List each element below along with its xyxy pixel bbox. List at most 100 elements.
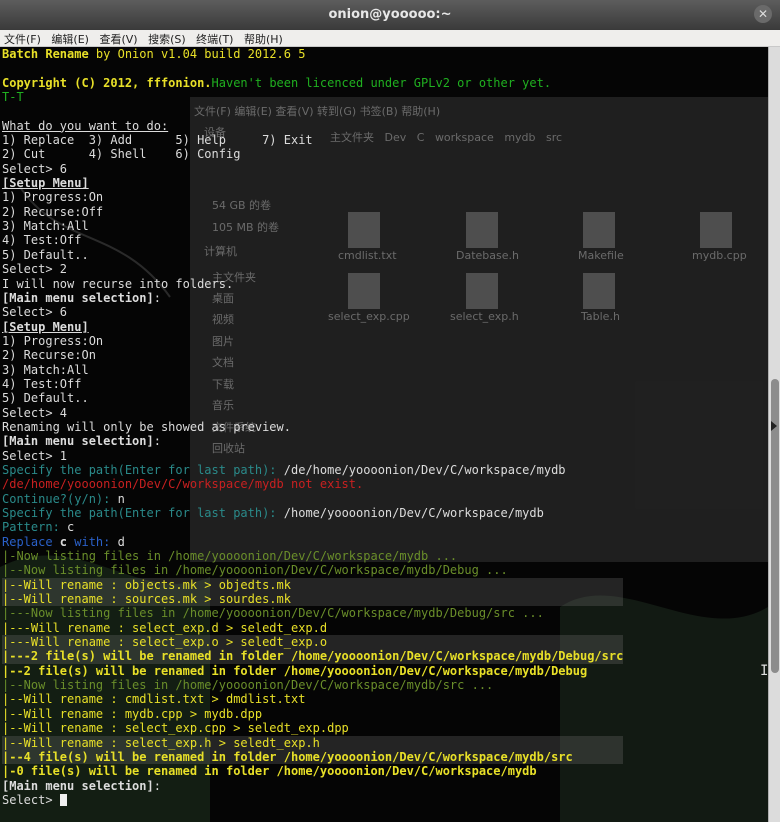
terminal-line: 2) Cut 4) Shell 6) Config [2,147,623,161]
terminal-line: I will now recurse into folders. [2,277,623,291]
terminal-line: |---Will rename : select_exp.o > seledt_… [2,635,624,650]
terminal-scrollbar[interactable] [768,47,780,822]
terminal-text-segment: Specify the path(Enter for last path): [2,462,277,477]
terminal-line: 4) Test:Off [2,233,623,247]
terminal-text-segment: 2) Cut 4) Shell 6) Config [2,147,241,162]
terminal-menubar: 文件(F) 编辑(E) 查看(V) 搜索(S) 终端(T) 帮助(H) [0,30,780,47]
terminal-line: [Main menu selection]: [2,434,623,448]
terminal-text-segment: I will now recurse into folders. [2,276,234,291]
terminal-text-segment: [Main menu selection] [2,290,154,305]
menu-view[interactable]: 查看(V) [95,30,140,47]
terminal-text-segment: Select> 6 [2,161,68,176]
terminal-text-segment: Select> 1 [2,448,68,463]
terminal-line: /de/home/yoooonion/Dev/C/workspace/mydb … [2,477,623,491]
terminal-line: 3) Match:All [2,363,623,377]
terminal-text-segment: 4) Test:Off [2,376,82,391]
terminal-text-segment: |--Will rename : mydb.cpp > mydb.dpp [2,706,263,721]
terminal-text-segment: |---2 file(s) will be renamed in folder … [2,649,624,664]
terminal-text-segment: |--Now listing files in /home/yoooonion/… [2,563,508,578]
terminal-line: |-0 file(s) will be renamed in folder /h… [2,764,623,778]
terminal-text-segment: /de/home/yoooonion/Dev/C/workspace/mydb [276,462,566,477]
terminal-line: Specify the path(Enter for last path): /… [2,506,623,520]
terminal-text-segment: c [59,520,75,535]
terminal-line: Select> 1 [2,449,623,463]
terminal-line: Select> 6 [2,162,623,176]
terminal-text-segment: |---Will rename : select_exp.d > seledt_… [2,620,328,635]
terminal-text-segment: 5) Default.. [2,247,89,262]
terminal-text-segment: : [153,290,161,305]
file-icon [700,212,732,248]
terminal-line: |--Will rename : cmdlist.txt > dmdlist.t… [2,692,623,706]
terminal-text-segment: |--Will rename : sources.mk > sourdes.mk [2,592,291,607]
terminal-cursor [59,794,67,807]
terminal-text-segment: [Main menu selection] [2,434,154,449]
terminal-line: [Setup Menu] [2,176,623,190]
terminal-line: Select> 2 [2,262,623,276]
terminal-line: |--Now listing files in /home/yoooonion/… [2,678,623,692]
terminal-line: Continue?(y/n): n [2,492,623,506]
terminal-line: Pattern: c [2,520,623,534]
terminal-text-segment: by Onion v1.04 build 2012.6 5 [95,47,306,61]
menu-terminal[interactable]: 终端(T) [192,30,236,47]
terminal-line: [Setup Menu] [2,320,623,334]
menu-edit[interactable]: 编辑(E) [47,30,92,47]
terminal-text-segment: d [110,534,125,549]
terminal-text-segment: |--Will rename : select_exp.h > seledt_e… [2,735,320,750]
terminal-line: Specify the path(Enter for last path): /… [2,463,623,477]
terminal-line: Batch Rename by Onion v1.04 build 2012.6… [2,47,623,61]
terminal-text-segment: 2) Recurse:Off [2,204,104,219]
terminal-text-segment: 3) Match:All [2,219,89,234]
terminal-line: |--4 file(s) will be renamed in folder /… [2,749,624,765]
terminal-text-segment: |--Will rename : cmdlist.txt > dmdlist.t… [2,692,306,707]
terminal-line: 5) Default.. [2,391,623,405]
terminal-text-segment: n [110,491,125,506]
terminal-text-segment: 4) Test:Off [2,233,82,248]
terminal-text-segment: Select> [2,792,60,807]
terminal-text-segment: Pattern: [2,520,60,535]
terminal-text-segment: Select> 4 [2,405,68,420]
terminal-line: Replace c with: d [2,535,623,549]
terminal-text-segment: c [59,534,68,549]
terminal-text-segment: What do you want to do: [2,118,169,133]
terminal-text-segment: Select> 6 [2,305,68,320]
terminal-line: Select> [2,793,623,807]
terminal-line: Select> 6 [2,305,623,319]
terminal-line: [Main menu selection]: [2,779,623,793]
terminal-line: |-Now listing files in /home/yoooonion/D… [2,549,623,563]
terminal-text-segment: |--Now listing files in /home/yoooonion/… [2,678,494,693]
menu-help[interactable]: 帮助(H) [240,30,286,47]
terminal-area[interactable]: 文件(F) 编辑(E) 查看(V) 转到(G) 书签(B) 帮助(H) 主文件夹… [0,47,768,822]
terminal-text-segment: /home/yoooonion/Dev/C/workspace/mydb [276,506,544,520]
terminal-line: Select> 4 [2,406,623,420]
terminal-line: 1) Progress:On [2,190,623,204]
terminal-text-segment: 1) Progress:On [2,190,104,205]
terminal-line: 5) Default.. [2,248,623,262]
terminal-line: |--Will rename : objects.mk > objedts.mk [2,577,624,593]
terminal-line: 3) Match:All [2,219,623,233]
terminal-text-segment: /de/home/yoooonion/Dev/C/workspace/mydb … [2,477,364,492]
terminal-text-segment: 5) Default.. [2,391,89,406]
menu-file[interactable]: 文件(F) [0,30,44,47]
terminal-text-segment: Copyright (C) 2012, fffonion. [2,75,212,90]
terminal-text-segment: |-0 file(s) will be renamed in folder /h… [2,764,537,779]
mouse-pointer-icon [771,421,777,431]
terminal-text-segment: |--2 file(s) will be renamed in folder /… [2,663,588,678]
terminal-line: |---Will rename : select_exp.d > seledt_… [2,621,623,635]
terminal-line: |--2 file(s) will be renamed in folder /… [2,664,623,678]
text-cursor-icon: Ι [760,663,769,679]
window-titlebar[interactable]: onion@yooooo:~ ✕ [0,0,780,30]
terminal-line: 1) Replace 3) Add 5) Help 7) Exit [2,133,623,147]
terminal-text-segment: |---Now listing files in /home/yoooonion… [2,606,544,621]
close-icon[interactable]: ✕ [754,5,772,23]
terminal-line: [Main menu selection]: [2,291,623,305]
terminal-line: Copyright (C) 2012, fffonion.Haven't bee… [2,76,623,90]
terminal-text-segment: [Setup Menu] [2,319,89,334]
terminal-text-segment: [Setup Menu] [2,176,89,191]
terminal-line: 2) Recurse:Off [2,205,623,219]
terminal-text-segment: Batch Rename [2,47,96,61]
terminal-text-segment: [Main menu selection] [2,778,154,793]
menu-search[interactable]: 搜索(S) [144,30,189,47]
file-mydb-cpp: mydb.cpp [692,249,747,262]
terminal-line: |--Will rename : sources.mk > sourdes.mk [2,592,624,607]
